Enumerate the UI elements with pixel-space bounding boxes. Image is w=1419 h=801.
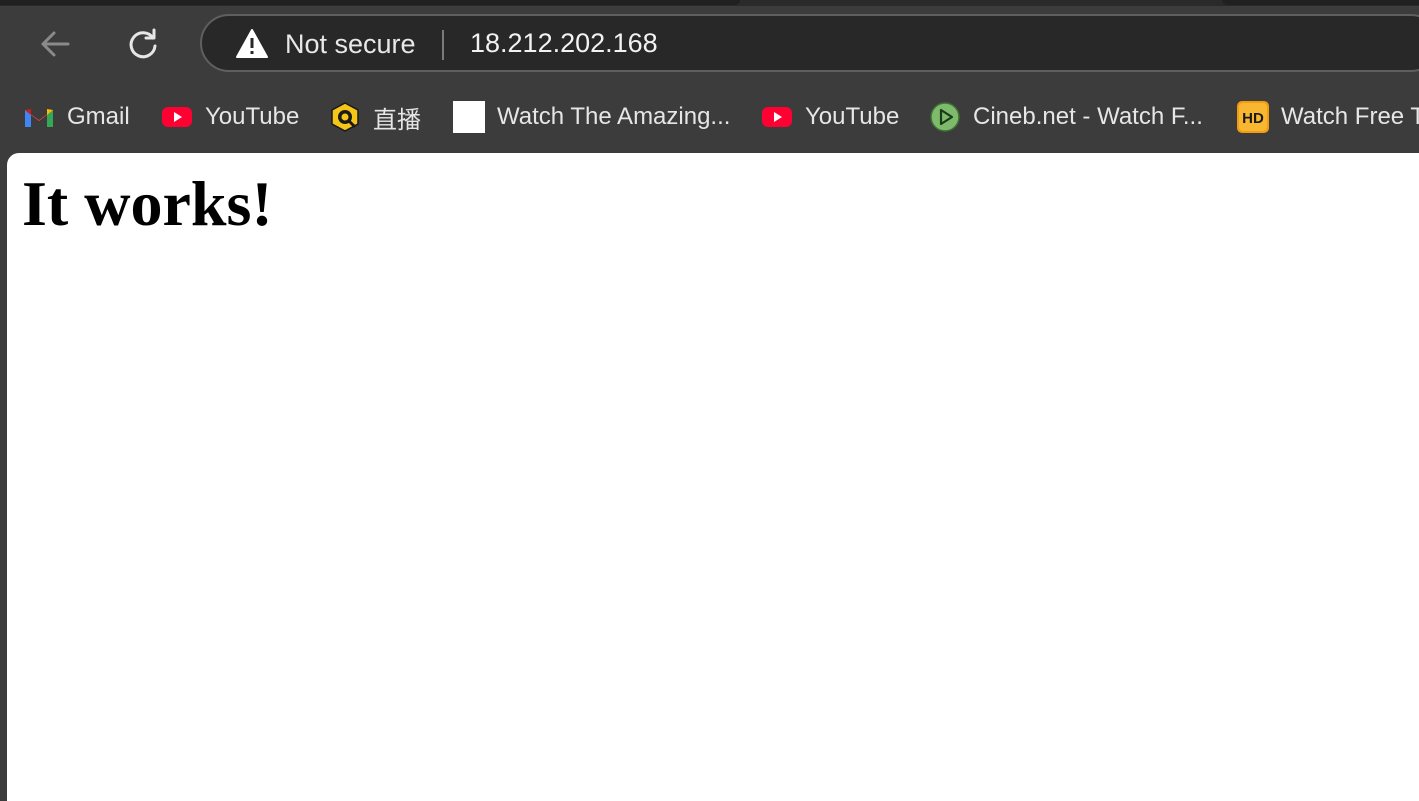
bookmark-watch-free[interactable]: HD Watch Free T bbox=[1237, 100, 1419, 134]
bookmark-label: YouTube bbox=[805, 103, 900, 130]
bookmark-youtube-2[interactable]: YouTube bbox=[761, 100, 899, 134]
page-heading: It works! bbox=[22, 168, 273, 239]
bookmark-label: YouTube bbox=[205, 103, 300, 130]
address-bar[interactable]: Not secure 18.212.202.168 bbox=[200, 14, 1419, 72]
bookmarks-bar: Gmail YouTube 直播 Watch The Amazing... Yo… bbox=[0, 84, 1419, 150]
bookmark-label: Watch Free T bbox=[1281, 103, 1419, 130]
bookmark-youtube[interactable]: YouTube bbox=[161, 100, 299, 134]
browser-window: Not secure 18.212.202.168 Gmail YouTube … bbox=[0, 0, 1419, 801]
security-chip[interactable]: Not secure bbox=[235, 26, 416, 62]
back-button[interactable] bbox=[33, 22, 77, 66]
live-stream-icon bbox=[329, 101, 361, 133]
blank-page-icon bbox=[453, 101, 485, 133]
toolbar: Not secure 18.212.202.168 bbox=[0, 6, 1419, 84]
svg-text:HD: HD bbox=[1242, 110, 1264, 127]
youtube-icon bbox=[161, 101, 193, 133]
bookmark-label: Watch The Amazing... bbox=[497, 103, 731, 130]
bookmark-watch-amazing[interactable]: Watch The Amazing... bbox=[453, 100, 730, 134]
gmail-icon bbox=[23, 101, 55, 133]
omnibox-divider bbox=[442, 30, 444, 60]
bookmark-label: 直播 bbox=[373, 106, 421, 134]
page-viewport: It works! bbox=[7, 153, 1419, 801]
bookmark-live[interactable]: 直播 bbox=[329, 100, 421, 134]
hd-icon: HD bbox=[1237, 101, 1269, 133]
url-text[interactable]: 18.212.202.168 bbox=[470, 28, 658, 59]
tab-right[interactable] bbox=[1222, 0, 1419, 5]
warning-icon bbox=[236, 29, 268, 58]
arrow-left-icon bbox=[41, 31, 70, 57]
reload-icon bbox=[129, 28, 157, 59]
youtube-icon bbox=[761, 101, 793, 133]
security-label: Not secure bbox=[285, 28, 416, 59]
bookmark-label: Gmail bbox=[67, 103, 130, 130]
tab-left[interactable] bbox=[0, 0, 740, 5]
play-circle-icon bbox=[929, 101, 961, 133]
bookmark-label: Cineb.net - Watch F... bbox=[973, 103, 1203, 130]
bookmark-cineb[interactable]: Cineb.net - Watch F... bbox=[929, 100, 1203, 134]
reload-button[interactable] bbox=[121, 22, 165, 66]
bookmark-gmail[interactable]: Gmail bbox=[23, 100, 130, 134]
